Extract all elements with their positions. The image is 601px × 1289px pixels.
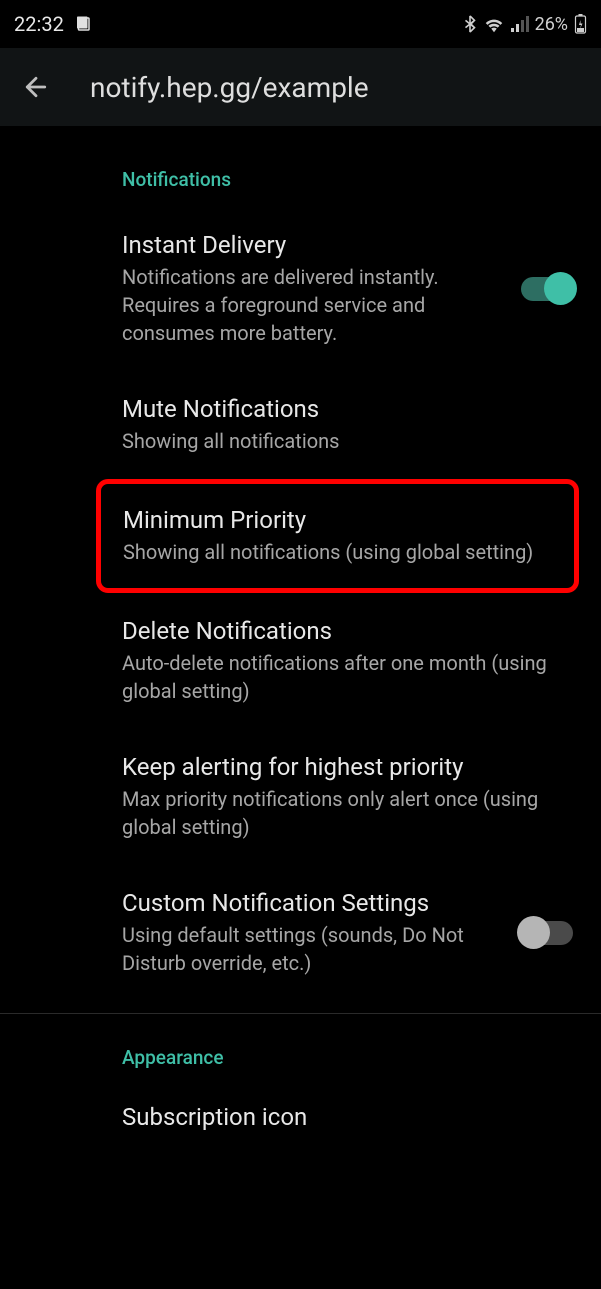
setting-custom-notification[interactable]: Custom Notification Settings Using defau… — [0, 865, 601, 1001]
setting-subscription-icon[interactable]: Subscription icon — [0, 1069, 601, 1159]
battery-icon — [574, 14, 587, 34]
setting-title: Custom Notification Settings — [122, 889, 505, 917]
setting-desc: Auto-delete notifications after one mont… — [122, 649, 573, 705]
setting-desc: Showing all notifications — [122, 427, 573, 455]
page-title: notify.hep.gg/example — [90, 71, 369, 104]
setting-title: Mute Notifications — [122, 395, 573, 423]
wifi-icon — [483, 15, 505, 33]
arrow-left-icon — [21, 72, 51, 102]
signal-icon — [511, 16, 529, 32]
setting-minimum-priority[interactable]: Minimum Priority Showing all notificatio… — [96, 479, 579, 593]
setting-desc: Using default settings (sounds, Do Not D… — [122, 921, 505, 977]
back-button[interactable] — [20, 71, 52, 103]
setting-desc: Notifications are delivered instantly. R… — [122, 263, 505, 347]
bluetooth-icon — [463, 15, 477, 33]
setting-title: Subscription icon — [122, 1103, 573, 1131]
status-bar: 22:32 26% — [0, 0, 601, 48]
status-time: 22:32 — [14, 12, 64, 36]
setting-delete-notifications[interactable]: Delete Notifications Auto-delete notific… — [0, 593, 601, 729]
section-appearance-label: Appearance — [0, 1014, 601, 1069]
toggle-custom-notifications[interactable] — [521, 921, 573, 945]
setting-desc: Max priority notifications only alert on… — [122, 785, 573, 841]
status-battery-pct: 26% — [535, 14, 568, 35]
setting-title: Minimum Priority — [123, 506, 550, 534]
setting-desc: Showing all notifications (using global … — [123, 538, 550, 566]
app-header: notify.hep.gg/example — [0, 48, 601, 126]
setting-title: Delete Notifications — [122, 617, 573, 645]
setting-title: Instant Delivery — [122, 231, 505, 259]
setting-title: Keep alerting for highest priority — [122, 753, 573, 781]
toggle-instant-delivery[interactable] — [521, 277, 573, 301]
setting-keep-alerting[interactable]: Keep alerting for highest priority Max p… — [0, 729, 601, 865]
setting-mute-notifications[interactable]: Mute Notifications Showing all notificat… — [0, 371, 601, 479]
settings-content: Notifications Instant Delivery Notificat… — [0, 126, 601, 1159]
setting-instant-delivery[interactable]: Instant Delivery Notifications are deliv… — [0, 191, 601, 371]
screen-cast-icon — [74, 15, 92, 33]
section-notifications-label: Notifications — [0, 126, 601, 191]
